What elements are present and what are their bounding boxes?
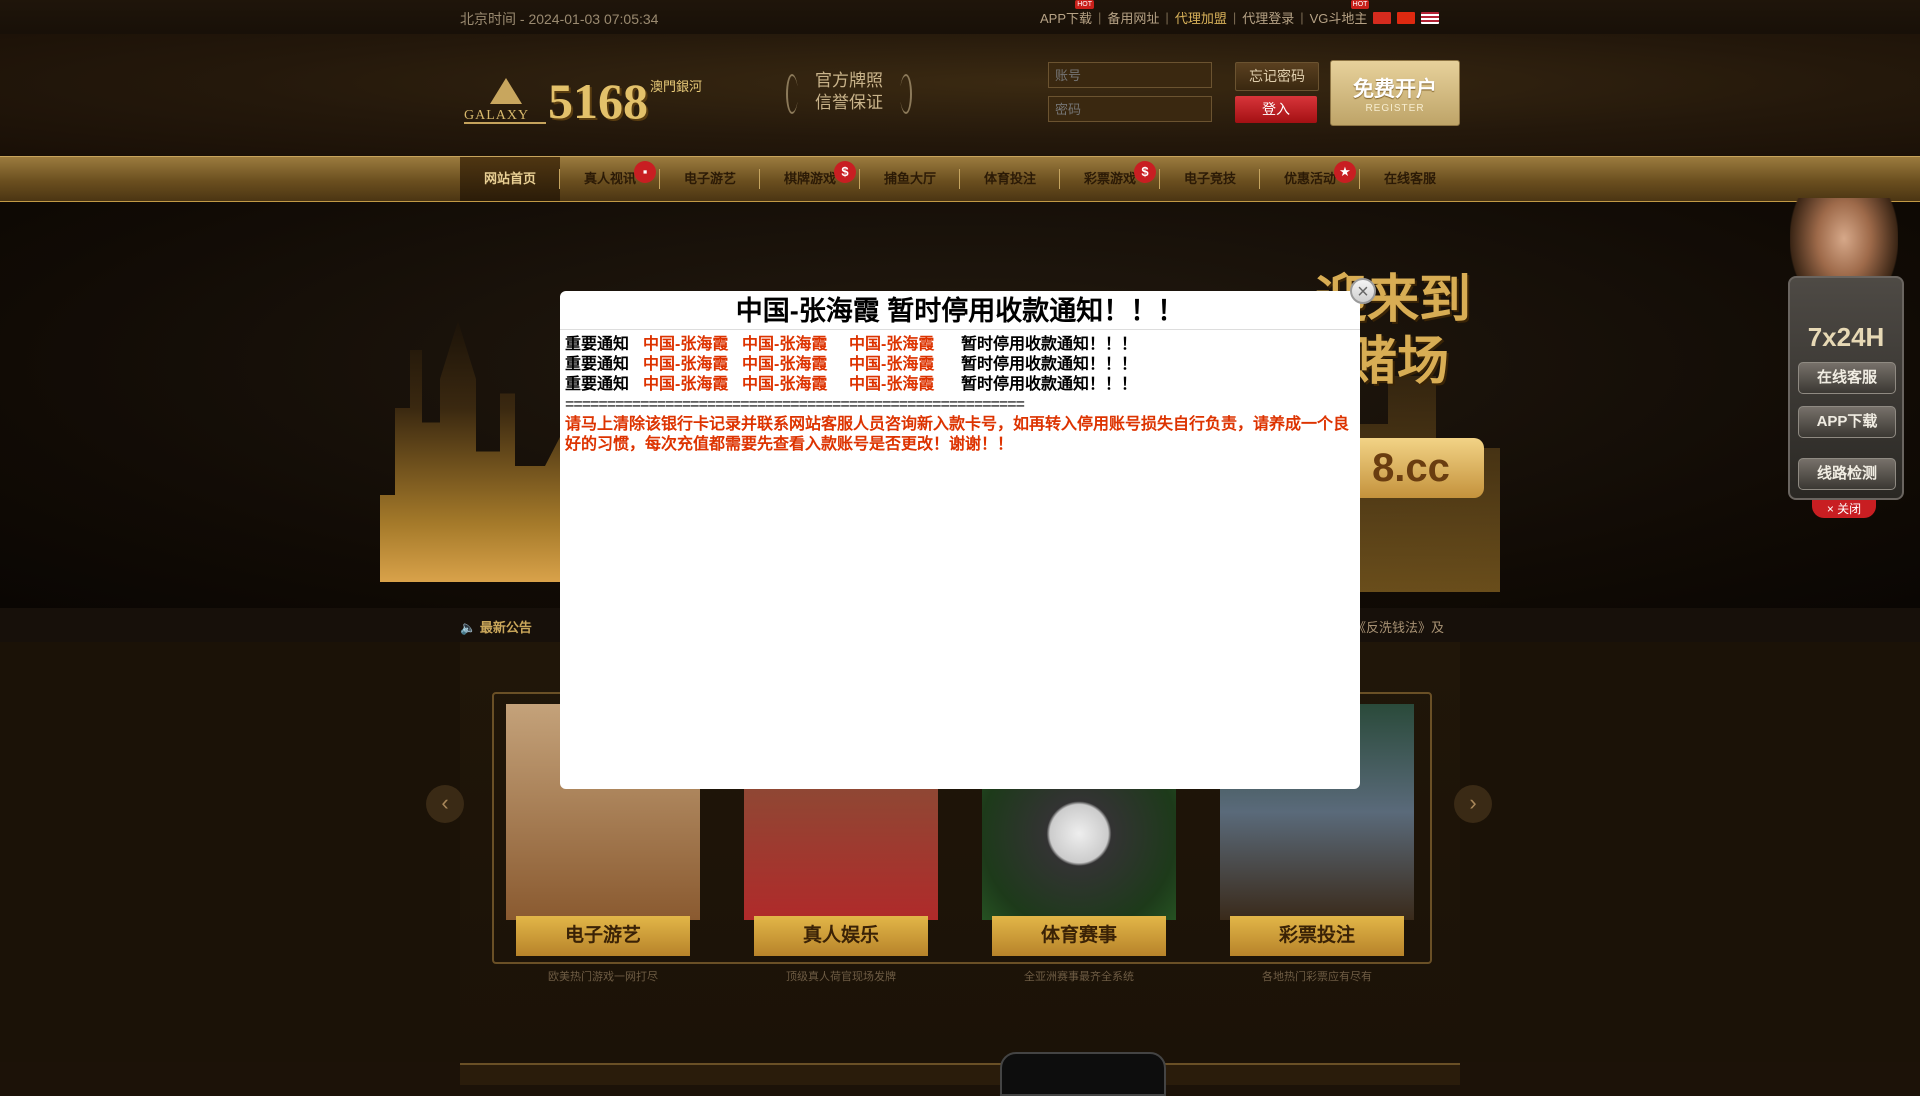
online-service-button[interactable]: 在线客服	[1798, 362, 1896, 394]
nav-lottery[interactable]: 彩票游戏 $	[1060, 157, 1160, 201]
vg-landlord-link[interactable]: VG斗地主	[1310, 0, 1370, 27]
logo-number: 5168	[548, 73, 648, 129]
card-desc: 全亚洲赛事最齐全系统	[1024, 971, 1134, 983]
nav-support[interactable]: 在线客服	[1360, 157, 1460, 201]
top-bar: 北京时间 - 2024-01-03 07:05:34 APP下载| 备用网址| …	[0, 0, 1920, 34]
password-input[interactable]	[1048, 96, 1212, 122]
notice-row: 重要通知 中国-张海霞 中国-张海霞 中国-张海霞 暂时停用收款通知！！！	[565, 336, 1138, 353]
app-download-button[interactable]: APP下载	[1798, 406, 1896, 438]
notice-row: 重要通知 中国-张海霞 中国-张海霞 中国-张海霞 暂时停用收款通知！！！	[565, 356, 1138, 373]
card-title: 真人娱乐	[754, 916, 928, 956]
nav-slots[interactable]: 电子游艺	[660, 157, 760, 201]
backup-url-link[interactable]: 备用网址	[1107, 8, 1159, 27]
card-title: 体育赛事	[992, 916, 1166, 956]
video-icon: ▪	[634, 161, 656, 183]
galaxy-logo-icon: GALAXY	[464, 78, 546, 124]
register-button[interactable]: 免费开户 REGISTER	[1330, 60, 1460, 126]
line-check-button[interactable]: 线路检测	[1798, 458, 1896, 490]
nav-sports[interactable]: 体育投注	[960, 157, 1060, 201]
site-logo[interactable]: GALAXY 5168 澳門銀河	[460, 66, 718, 129]
side-panel-close-button[interactable]: × 关闭	[1812, 500, 1876, 518]
popup-body: 重要通知 中国-张海霞 中国-张海霞 中国-张海霞 暂时停用收款通知！！！ 重要通知 中国…	[565, 335, 1355, 455]
notice-popup: 中国-张海霞 暂时停用收款通知！！！ 重要通知 中国-张海霞 中国-张海霞 中国-张海…	[560, 291, 1360, 789]
agent-join-link[interactable]: 代理加盟	[1175, 8, 1227, 27]
card-title: 彩票投注	[1230, 916, 1404, 956]
phone-image	[1000, 1052, 1166, 1096]
card-desc: 欧美热门游戏一网打尽	[548, 971, 658, 983]
agent-login-link[interactable]: 代理登录	[1242, 8, 1294, 27]
logo-subtitle: 澳門銀河	[650, 79, 703, 94]
card-desc: 顶级真人荷官现场发牌	[786, 971, 896, 983]
forgot-password-button[interactable]: 忘记密码	[1235, 62, 1319, 91]
flag-cn-icon[interactable]	[1373, 11, 1392, 24]
nav-esports[interactable]: 电子竞技	[1160, 157, 1260, 201]
card-desc: 各地热门彩票应有尽有	[1262, 971, 1372, 983]
popup-close-button[interactable]: ×	[1350, 278, 1376, 304]
login-button[interactable]: 登入	[1235, 96, 1317, 123]
carousel-prev-button[interactable]: ‹	[426, 785, 464, 823]
card-title: 电子游艺	[516, 916, 690, 956]
nav-card-games[interactable]: 棋牌游戏 $	[760, 157, 860, 201]
main-nav: 网站首页 真人视讯 ▪ 电子游艺 棋牌游戏 $ 捕鱼大厅 体育投注 彩票游戏 $ 电子…	[0, 156, 1920, 203]
flag-us-icon[interactable]	[1421, 11, 1440, 24]
speaker-icon: 🔈	[460, 620, 477, 635]
announcement-label: 🔈 最新公告	[460, 620, 532, 635]
nav-fishing[interactable]: 捕鱼大厅	[860, 157, 960, 201]
site-header	[0, 34, 1920, 156]
star-icon: ★	[1334, 161, 1356, 183]
account-input[interactable]	[1048, 62, 1212, 88]
popup-message: 请马上清除该银行卡记录并联系网站客服人员咨询新入款卡号，如再转入停用账号损失自行…	[565, 416, 1350, 453]
beijing-time: 北京时间 - 2024-01-03 07:05:34	[460, 11, 659, 27]
carousel-next-button[interactable]: ›	[1454, 785, 1492, 823]
license-badge: 官方牌照 信誉保证	[786, 70, 912, 116]
notice-row: 重要通知 中国-张海霞 中国-张海霞 中国-张海霞 暂时停用收款通知！！！	[565, 376, 1138, 393]
flag-hk-icon[interactable]	[1397, 11, 1416, 24]
top-links: APP下载| 备用网址| 代理加盟| 代理登录| VG斗地主	[1040, 0, 1440, 27]
dollar-icon: $	[834, 161, 856, 183]
app-download-link[interactable]: APP下载	[1040, 0, 1095, 27]
dollar-icon: $	[1134, 161, 1156, 183]
side-support-panel: 7x24H 在线客服 APP下载 线路检测	[1788, 276, 1904, 500]
nav-home[interactable]: 网站首页	[460, 157, 560, 201]
popup-title: 中国-张海霞 暂时停用收款通知！！！	[735, 296, 1185, 326]
hours-label: 7x24H	[1807, 322, 1885, 352]
nav-live-casino[interactable]: 真人视讯 ▪	[560, 157, 660, 201]
nav-promotions[interactable]: 优惠活动 ★	[1260, 157, 1360, 201]
bottom-strip	[460, 1063, 1460, 1085]
popup-divider: ========================================…	[565, 396, 1025, 413]
